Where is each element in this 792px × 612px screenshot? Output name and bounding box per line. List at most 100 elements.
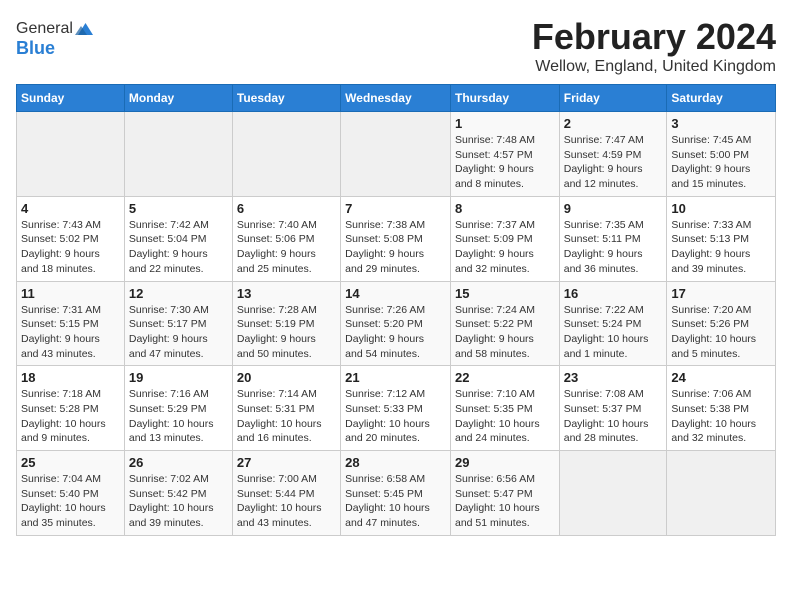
day-info: Sunrise: 7:45 AM Sunset: 5:00 PM Dayligh…	[671, 133, 771, 192]
day-number: 27	[237, 455, 336, 470]
header-thursday: Thursday	[450, 85, 559, 112]
week-row-3: 11 Sunrise: 7:31 AM Sunset: 5:15 PM Dayli…	[17, 281, 776, 366]
table-cell: 20 Sunrise: 7:14 AM Sunset: 5:31 PM Dayli…	[232, 366, 340, 451]
logo-general-text: General	[16, 20, 73, 38]
table-cell: 5 Sunrise: 7:42 AM Sunset: 5:04 PM Daylig…	[124, 196, 232, 281]
day-number: 23	[564, 370, 663, 385]
table-cell: 23Sunrise: 7:08 AM Sunset: 5:37 PM Dayli…	[559, 366, 667, 451]
day-number: 22	[455, 370, 555, 385]
table-cell: 15Sunrise: 7:24 AM Sunset: 5:22 PM Dayli…	[450, 281, 559, 366]
day-number: 16	[564, 286, 663, 301]
table-cell: 24 Sunrise: 7:06 AM Sunset: 5:38 PM Dayli…	[667, 366, 776, 451]
week-row-2: 4 Sunrise: 7:43 AM Sunset: 5:02 PM Daylig…	[17, 196, 776, 281]
day-info: Sunrise: 7:20 AM Sunset: 5:26 PM Dayligh…	[671, 303, 771, 362]
table-cell: 19 Sunrise: 7:16 AM Sunset: 5:29 PM Dayli…	[124, 366, 232, 451]
table-cell	[17, 112, 125, 197]
day-info: Sunrise: 7:26 AM Sunset: 5:20 PM Dayligh…	[345, 303, 446, 362]
table-cell: 1 Sunrise: 7:48 AM Sunset: 4:57 PM Daylig…	[450, 112, 559, 197]
table-cell: 18 Sunrise: 7:18 AM Sunset: 5:28 PM Dayli…	[17, 366, 125, 451]
weekday-header-row: Sunday Monday Tuesday Wednesday Thursday…	[17, 85, 776, 112]
day-info: Sunrise: 7:10 AM Sunset: 5:35 PM Dayligh…	[455, 387, 555, 446]
table-cell	[232, 112, 340, 197]
day-number: 12	[129, 286, 228, 301]
table-cell: 12 Sunrise: 7:30 AM Sunset: 5:17 PM Dayli…	[124, 281, 232, 366]
header-saturday: Saturday	[667, 85, 776, 112]
calendar-table: Sunday Monday Tuesday Wednesday Thursday…	[16, 84, 776, 536]
day-number: 2	[564, 116, 663, 131]
week-row-4: 18 Sunrise: 7:18 AM Sunset: 5:28 PM Dayli…	[17, 366, 776, 451]
day-info: Sunrise: 7:31 AM Sunset: 5:15 PM Dayligh…	[21, 303, 120, 362]
day-number: 14	[345, 286, 446, 301]
day-number: 6	[237, 201, 336, 216]
logo-icon	[75, 20, 93, 38]
day-number: 29	[455, 455, 555, 470]
day-number: 10	[671, 201, 771, 216]
table-cell	[559, 451, 667, 536]
day-info: Sunrise: 7:42 AM Sunset: 5:04 PM Dayligh…	[129, 218, 228, 277]
table-cell	[124, 112, 232, 197]
day-number: 1	[455, 116, 555, 131]
day-info: Sunrise: 6:58 AM Sunset: 5:45 PM Dayligh…	[345, 472, 446, 531]
day-number: 5	[129, 201, 228, 216]
day-number: 24	[671, 370, 771, 385]
table-cell: 4 Sunrise: 7:43 AM Sunset: 5:02 PM Daylig…	[17, 196, 125, 281]
location-subtitle: Wellow, England, United Kingdom	[532, 58, 776, 76]
table-cell: 7 Sunrise: 7:38 AM Sunset: 5:08 PM Daylig…	[341, 196, 451, 281]
day-number: 13	[237, 286, 336, 301]
day-number: 17	[671, 286, 771, 301]
week-row-1: 1 Sunrise: 7:48 AM Sunset: 4:57 PM Daylig…	[17, 112, 776, 197]
day-number: 11	[21, 286, 120, 301]
day-number: 18	[21, 370, 120, 385]
table-cell: 13 Sunrise: 7:28 AM Sunset: 5:19 PM Dayli…	[232, 281, 340, 366]
day-info: Sunrise: 7:48 AM Sunset: 4:57 PM Dayligh…	[455, 133, 555, 192]
day-number: 19	[129, 370, 228, 385]
header-friday: Friday	[559, 85, 667, 112]
table-cell: 11 Sunrise: 7:31 AM Sunset: 5:15 PM Dayli…	[17, 281, 125, 366]
day-info: Sunrise: 7:12 AM Sunset: 5:33 PM Dayligh…	[345, 387, 446, 446]
day-info: Sunrise: 7:38 AM Sunset: 5:08 PM Dayligh…	[345, 218, 446, 277]
day-info: Sunrise: 7:02 AM Sunset: 5:42 PM Dayligh…	[129, 472, 228, 531]
day-info: Sunrise: 7:37 AM Sunset: 5:09 PM Dayligh…	[455, 218, 555, 277]
day-info: Sunrise: 7:28 AM Sunset: 5:19 PM Dayligh…	[237, 303, 336, 362]
day-number: 20	[237, 370, 336, 385]
day-number: 15	[455, 286, 555, 301]
day-info: Sunrise: 7:47 AM Sunset: 4:59 PM Dayligh…	[564, 133, 663, 192]
day-info: Sunrise: 7:00 AM Sunset: 5:44 PM Dayligh…	[237, 472, 336, 531]
table-cell: 29Sunrise: 6:56 AM Sunset: 5:47 PM Dayli…	[450, 451, 559, 536]
logo: General Blue	[16, 20, 93, 59]
day-number: 26	[129, 455, 228, 470]
day-info: Sunrise: 7:16 AM Sunset: 5:29 PM Dayligh…	[129, 387, 228, 446]
day-number: 7	[345, 201, 446, 216]
table-cell: 9 Sunrise: 7:35 AM Sunset: 5:11 PM Daylig…	[559, 196, 667, 281]
day-info: Sunrise: 7:22 AM Sunset: 5:24 PM Dayligh…	[564, 303, 663, 362]
table-cell: 10 Sunrise: 7:33 AM Sunset: 5:13 PM Dayli…	[667, 196, 776, 281]
table-cell: 25 Sunrise: 7:04 AM Sunset: 5:40 PM Dayli…	[17, 451, 125, 536]
day-info: Sunrise: 7:43 AM Sunset: 5:02 PM Dayligh…	[21, 218, 120, 277]
table-cell: 16 Sunrise: 7:22 AM Sunset: 5:24 PM Dayli…	[559, 281, 667, 366]
day-number: 21	[345, 370, 446, 385]
table-cell	[667, 451, 776, 536]
day-info: Sunrise: 7:06 AM Sunset: 5:38 PM Dayligh…	[671, 387, 771, 446]
day-info: Sunrise: 7:30 AM Sunset: 5:17 PM Dayligh…	[129, 303, 228, 362]
header-monday: Monday	[124, 85, 232, 112]
table-cell: 3 Sunrise: 7:45 AM Sunset: 5:00 PM Daylig…	[667, 112, 776, 197]
day-number: 3	[671, 116, 771, 131]
day-info: Sunrise: 7:04 AM Sunset: 5:40 PM Dayligh…	[21, 472, 120, 531]
logo-blue-text: Blue	[16, 38, 93, 59]
header-wednesday: Wednesday	[341, 85, 451, 112]
day-info: Sunrise: 7:18 AM Sunset: 5:28 PM Dayligh…	[21, 387, 120, 446]
table-cell: 2 Sunrise: 7:47 AM Sunset: 4:59 PM Daylig…	[559, 112, 667, 197]
header: General Blue February 2024 Wellow, Engla…	[16, 16, 776, 76]
day-info: Sunrise: 7:40 AM Sunset: 5:06 PM Dayligh…	[237, 218, 336, 277]
day-number: 9	[564, 201, 663, 216]
day-number: 4	[21, 201, 120, 216]
day-info: Sunrise: 7:33 AM Sunset: 5:13 PM Dayligh…	[671, 218, 771, 277]
day-number: 25	[21, 455, 120, 470]
day-number: 28	[345, 455, 446, 470]
day-number: 8	[455, 201, 555, 216]
table-cell: 14 Sunrise: 7:26 AM Sunset: 5:20 PM Dayli…	[341, 281, 451, 366]
day-info: Sunrise: 7:35 AM Sunset: 5:11 PM Dayligh…	[564, 218, 663, 277]
table-cell: 17 Sunrise: 7:20 AM Sunset: 5:26 PM Dayli…	[667, 281, 776, 366]
day-info: Sunrise: 7:14 AM Sunset: 5:31 PM Dayligh…	[237, 387, 336, 446]
header-tuesday: Tuesday	[232, 85, 340, 112]
